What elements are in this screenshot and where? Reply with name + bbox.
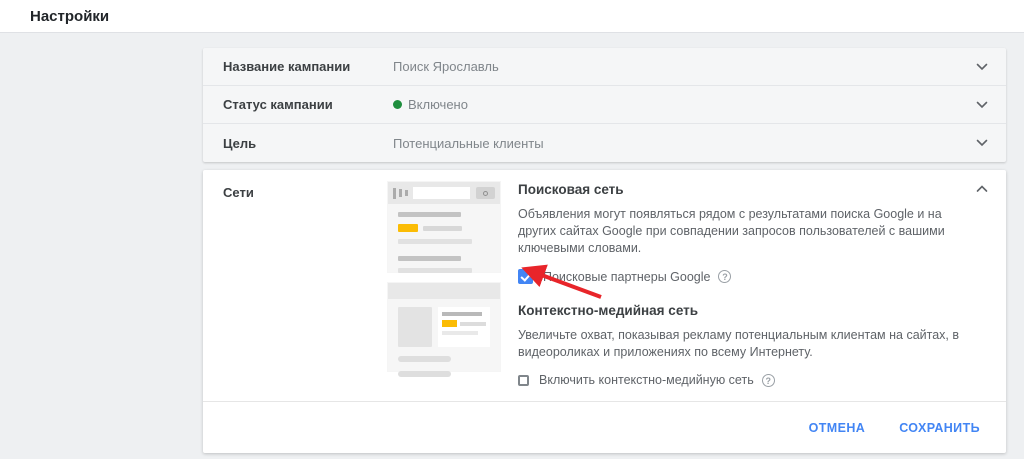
magnifier-icon (483, 191, 488, 196)
settings-card: Название кампании Поиск Ярославль Статус… (203, 48, 1006, 162)
status-enabled-dot-icon (393, 100, 402, 109)
chevron-down-icon[interactable] (976, 139, 988, 147)
row-value: Потенциальные клиенты (393, 136, 544, 151)
illustration-ad-card (438, 307, 490, 347)
row-label: Название кампании (223, 59, 393, 74)
cancel-button[interactable]: ОТМЕНА (809, 421, 866, 435)
ad-badge-icon (398, 224, 418, 232)
search-network-illustration (388, 182, 500, 272)
row-label: Статус кампании (223, 97, 393, 112)
chevron-down-icon[interactable] (976, 63, 988, 71)
row-value: Включено (393, 97, 468, 112)
search-partners-checkbox-label[interactable]: Поисковые партнеры Google (543, 270, 710, 284)
search-partners-checkbox-row[interactable]: Поисковые партнеры Google (518, 269, 978, 284)
setting-row-campaign-status[interactable]: Статус кампании Включено (203, 86, 1006, 124)
display-network-description: Увеличьте охват, показывая рекламу потен… (518, 327, 978, 361)
setting-row-campaign-name[interactable]: Название кампании Поиск Ярославль (203, 48, 1006, 86)
search-network-description: Объявления могут появляться рядом с резу… (518, 206, 978, 257)
row-value: Поиск Ярославль (393, 59, 499, 74)
panel-footer: ОТМЕНА СОХРАНИТЬ (203, 401, 1006, 453)
networks-row-label: Сети (223, 185, 254, 200)
status-text: Включено (408, 97, 468, 112)
setting-row-goal[interactable]: Цель Потенциальные клиенты (203, 124, 1006, 162)
page-title: Настройки (30, 8, 109, 25)
illustration-search-bar (388, 182, 500, 204)
row-label: Цель (223, 136, 393, 151)
networks-panel: Сети (203, 170, 1006, 453)
save-button[interactable]: СОХРАНИТЬ (899, 421, 980, 435)
help-icon[interactable] (762, 374, 775, 387)
illustration-search-button (476, 187, 495, 199)
search-network-title: Поисковая сеть (518, 182, 978, 197)
app-header (0, 0, 1024, 33)
display-network-illustration (388, 283, 500, 371)
help-icon[interactable] (718, 270, 731, 283)
networks-content: Поисковая сеть Объявления могут появлять… (518, 182, 978, 387)
display-network-checkbox-row[interactable]: Включить контекстно-медийную сеть (518, 373, 978, 387)
ad-badge-icon (442, 320, 457, 327)
chevron-down-icon[interactable] (976, 101, 988, 109)
search-partners-checkbox[interactable] (518, 269, 533, 284)
display-network-checkbox-label[interactable]: Включить контекстно-медийную сеть (539, 373, 754, 387)
illustration-search-input (413, 187, 470, 199)
display-network-checkbox[interactable] (518, 375, 529, 386)
display-network-title: Контекстно-медийная сеть (518, 303, 978, 318)
